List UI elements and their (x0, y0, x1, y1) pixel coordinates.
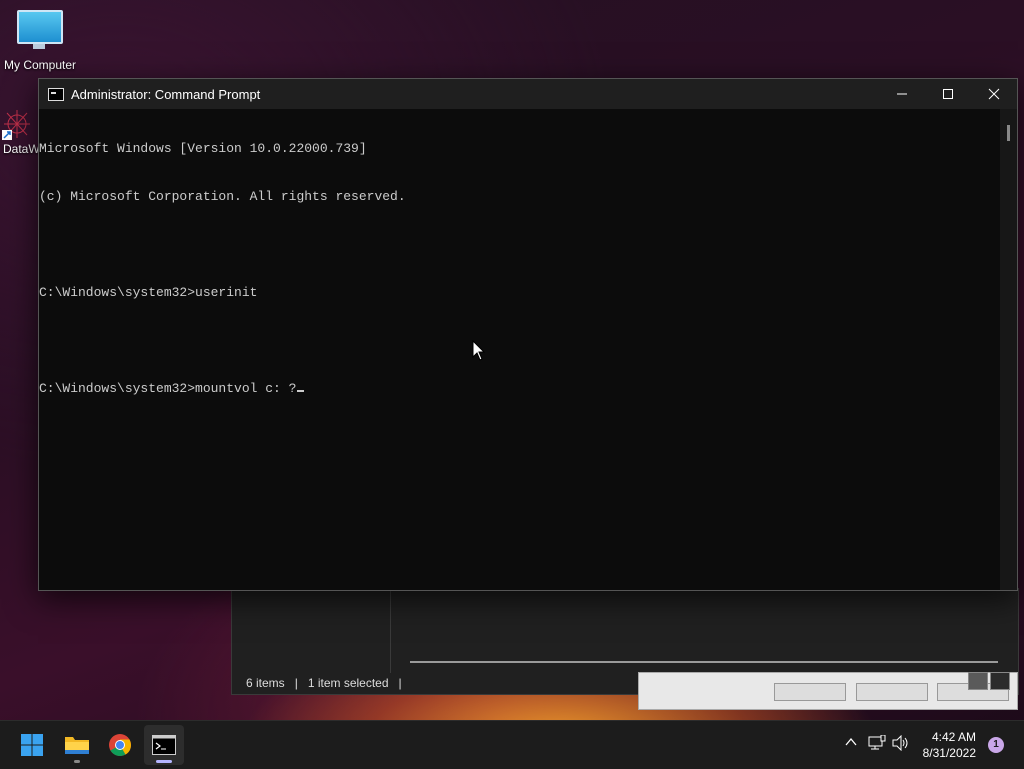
active-indicator (156, 760, 172, 763)
minimize-icon (897, 93, 907, 95)
status-separator: | (398, 676, 402, 690)
command-prompt-icon (48, 87, 64, 101)
taskbar: 4:42 AM 8/31/2022 1 (0, 720, 1024, 769)
mouse-pointer-icon (472, 340, 486, 361)
console-line: C:\Windows\system32>userinit (39, 285, 258, 300)
desktop-icon-label: My Computer (3, 58, 77, 72)
console-line: Microsoft Windows [Version 10.0.22000.73… (39, 141, 367, 156)
horizontal-scrollbar[interactable] (410, 661, 998, 663)
pane-divider (390, 589, 391, 673)
time: 4:42 AM (931, 730, 976, 744)
start-button[interactable] (12, 725, 52, 765)
maximize-icon (943, 89, 953, 99)
close-button[interactable] (971, 79, 1017, 109)
network-icon[interactable] (868, 735, 886, 751)
console-input-line[interactable]: C:\Windows\system32>mountvol c: ? (39, 381, 999, 397)
text-cursor (297, 390, 305, 392)
item-count: 6 items (246, 676, 285, 690)
clock[interactable]: 4:42 AM 8/31/2022 (923, 729, 976, 761)
selected-count: 1 item selected (307, 676, 389, 690)
status-separator: | (294, 676, 298, 690)
desktop-icon-my-computer[interactable]: My Computer (0, 10, 80, 72)
large-icons-view-icon[interactable] (990, 672, 1010, 690)
notification-badge[interactable]: 1 (988, 737, 1004, 753)
details-view-icon[interactable] (968, 672, 988, 690)
command-prompt-icon (152, 735, 176, 755)
title-bar[interactable]: Administrator: Command Prompt (39, 79, 1017, 109)
volume-icon[interactable] (892, 735, 910, 751)
chrome-icon (109, 734, 131, 756)
dataw-app-icon (2, 108, 32, 140)
command-prompt-window[interactable]: Administrator: Command Prompt Microsoft … (38, 78, 1018, 591)
scrollbar-thumb[interactable] (1007, 125, 1010, 141)
close-icon (988, 88, 1000, 100)
dialog-button[interactable] (856, 683, 928, 701)
vertical-scrollbar[interactable] (1000, 109, 1017, 590)
console-line: (c) Microsoft Corporation. All rights re… (39, 189, 406, 204)
chrome-button[interactable] (100, 725, 140, 765)
console-input-text: C:\Windows\system32>mountvol c: ? (39, 381, 297, 396)
start-icon (21, 734, 43, 756)
file-explorer-button[interactable] (57, 725, 97, 765)
dialog-button[interactable] (774, 683, 846, 701)
command-prompt-taskbar-button[interactable] (144, 725, 184, 765)
minimize-button[interactable] (879, 79, 925, 109)
monitor-icon (17, 10, 63, 49)
file-explorer-icon (65, 737, 89, 754)
window-title: Administrator: Command Prompt (71, 86, 261, 102)
chevron-up-icon[interactable] (844, 735, 858, 749)
status-bar: 6 items | 1 item selected | (246, 676, 402, 690)
running-indicator (74, 760, 80, 763)
system-tray: 4:42 AM 8/31/2022 1 (824, 721, 1024, 769)
background-dialog (638, 672, 1018, 710)
console-output[interactable]: Microsoft Windows [Version 10.0.22000.73… (39, 109, 999, 590)
maximize-button[interactable] (925, 79, 971, 109)
date: 8/31/2022 (922, 746, 976, 760)
